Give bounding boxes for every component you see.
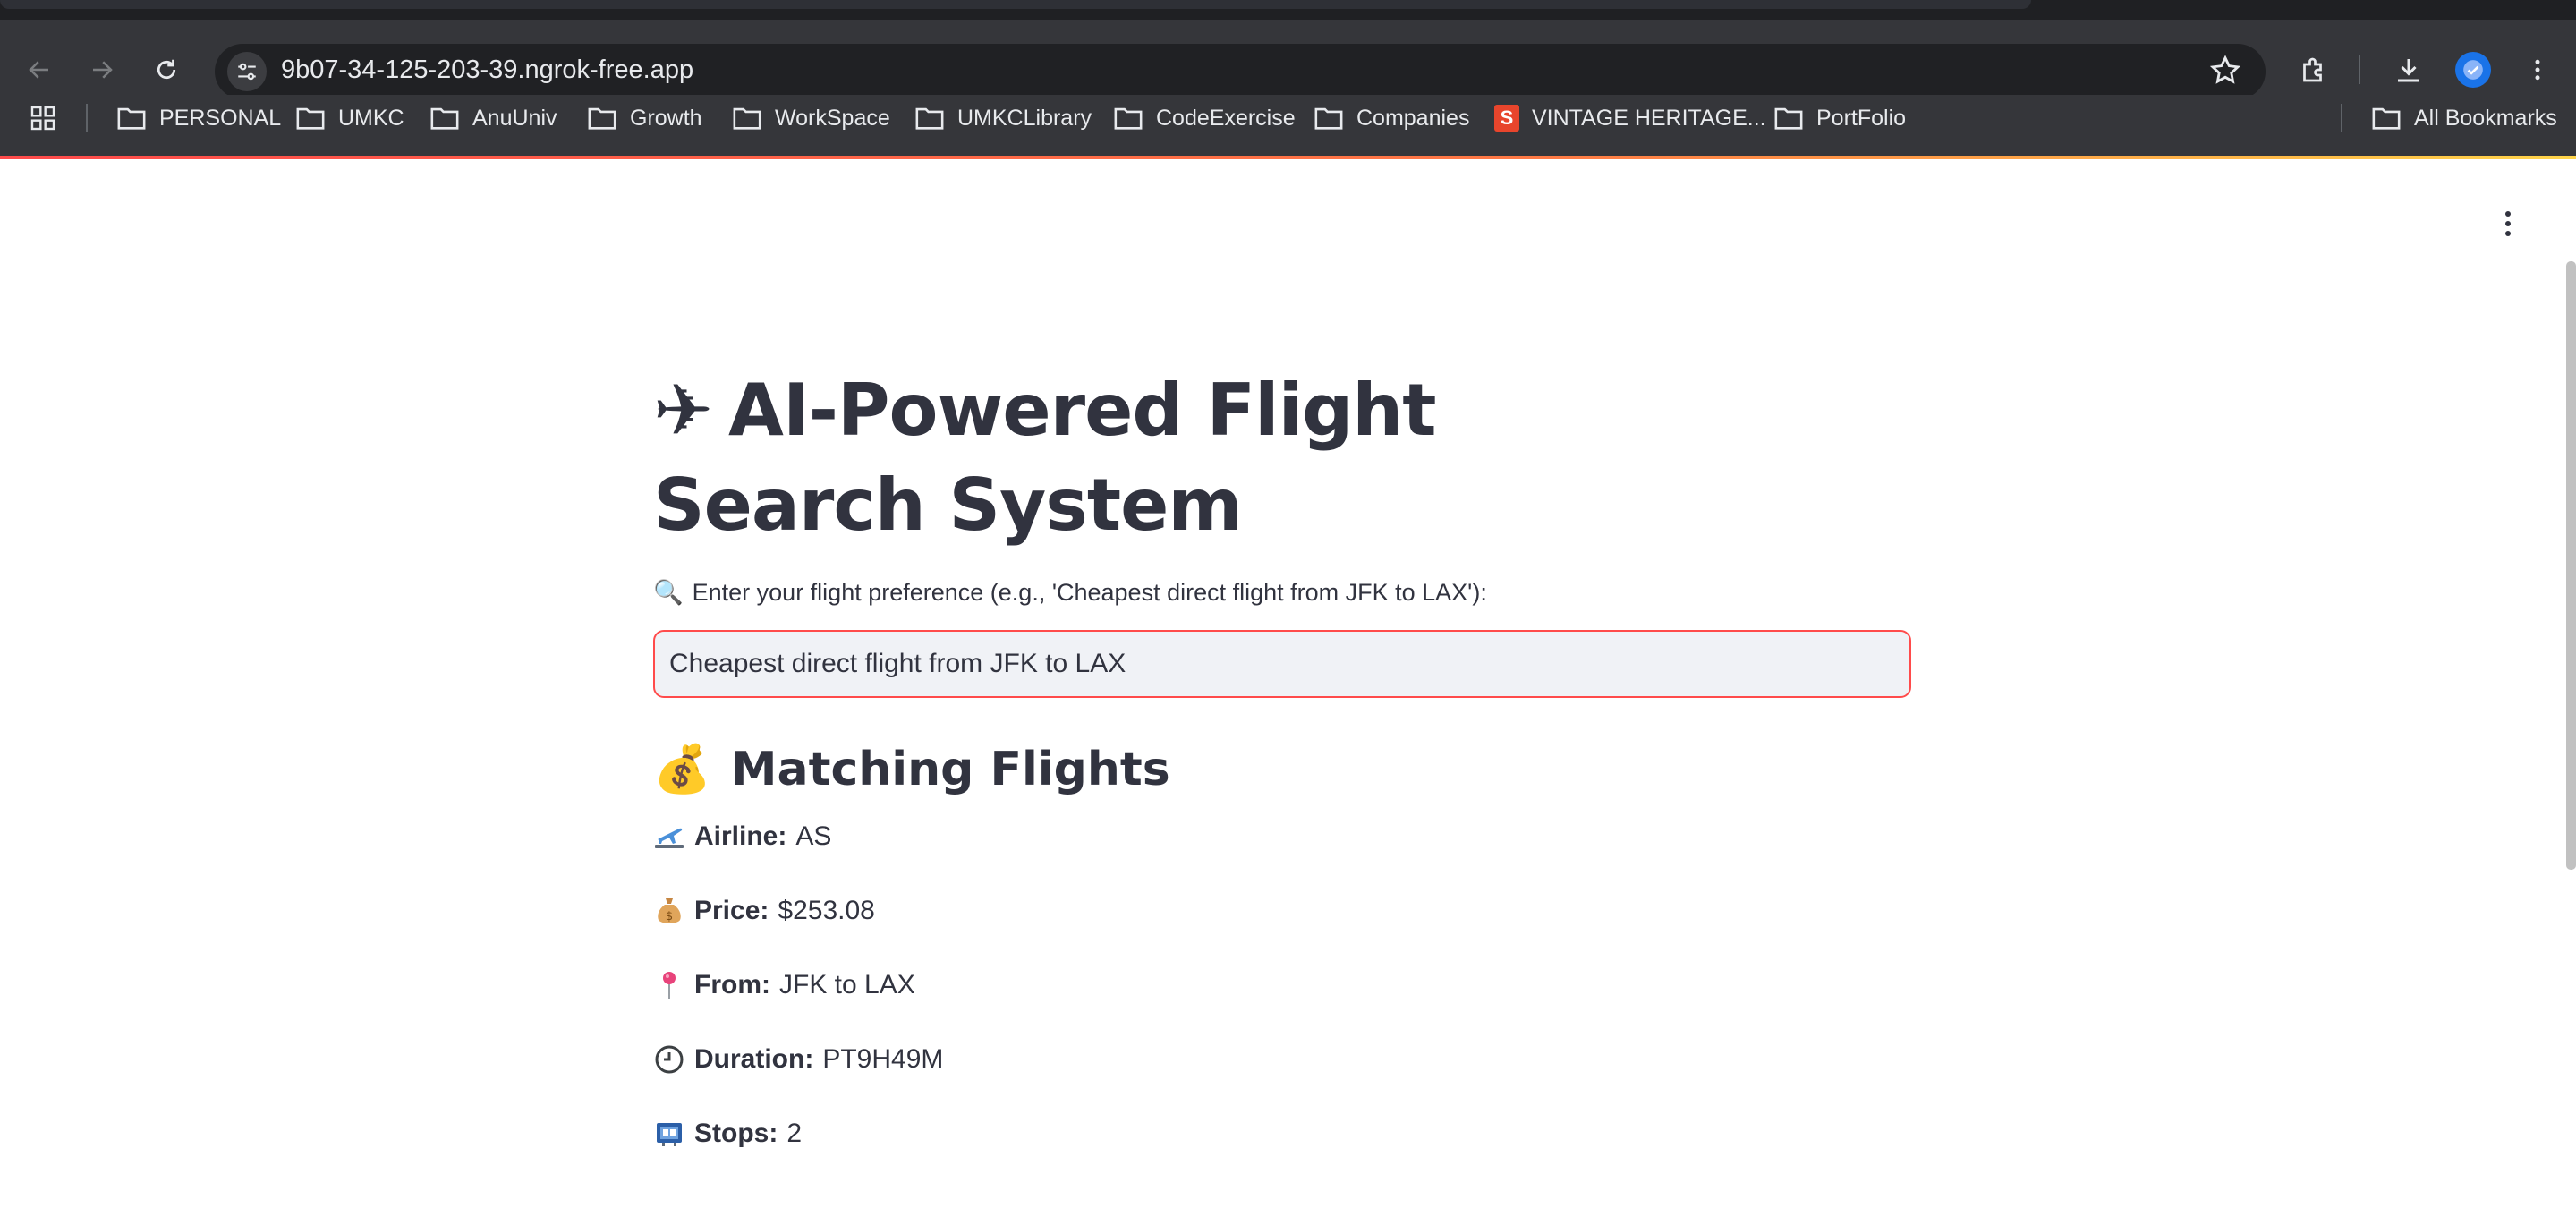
tab-strip	[0, 0, 2576, 20]
download-icon	[2398, 59, 2419, 82]
extensions-button[interactable]	[2294, 50, 2334, 89]
price-label: Price:	[694, 896, 769, 925]
reload-button[interactable]	[147, 50, 186, 89]
profile-avatar[interactable]	[2455, 52, 2491, 88]
forward-button[interactable]	[82, 50, 122, 89]
bookmark-anuuniv[interactable]: AnuUniv	[429, 100, 557, 136]
pushpin-icon	[653, 969, 685, 1001]
folder-icon	[733, 107, 761, 130]
reload-icon	[157, 59, 176, 80]
bookmark-label: WorkSpace	[775, 106, 890, 131]
menu-dot	[2505, 211, 2511, 217]
bookmark-personal[interactable]: PERSONAL	[116, 100, 281, 136]
puzzle-icon	[2303, 57, 2322, 82]
more-vertical-icon	[2535, 59, 2540, 81]
duration-label: Duration:	[694, 1044, 814, 1074]
stops-label: Stops:	[694, 1119, 778, 1148]
bookmark-label: Growth	[630, 106, 702, 131]
folder-icon	[1314, 107, 1343, 130]
bookmark-label: Companies	[1356, 106, 1470, 131]
folder-icon	[2372, 107, 2401, 130]
folder-icon	[117, 107, 146, 130]
arrow-right-icon	[93, 61, 113, 79]
browser-toolbar: 9b07-34-125-203-39.ngrok-free.app	[0, 20, 2576, 102]
bookmark-umkc[interactable]: UMKC	[295, 100, 404, 136]
airline-value: AS	[795, 821, 832, 851]
menu-dot	[2505, 231, 2511, 236]
bookmark-star-button[interactable]	[2208, 54, 2242, 92]
tune-icon	[238, 63, 256, 81]
results-heading-text: Matching Flights	[730, 742, 1170, 796]
airline-label: Airline:	[694, 821, 787, 851]
folder-icon	[296, 107, 325, 130]
price-value: $253.08	[778, 896, 875, 925]
page-scrollbar[interactable]	[2566, 261, 2576, 870]
airline-field: Airline: AS	[653, 817, 831, 856]
airplane-icon: ✈	[653, 369, 713, 452]
stops-field: Stops: 2	[653, 1114, 802, 1153]
clock-icon	[653, 1043, 685, 1076]
magnifier-icon: 🔍	[653, 579, 684, 606]
svg-text:$: $	[666, 910, 673, 923]
money-bag-icon: $	[653, 895, 685, 927]
apps-button[interactable]	[29, 100, 57, 136]
bookmark-label: CodeExercise	[1156, 106, 1296, 131]
from-label: From:	[694, 970, 770, 1000]
bookmark-growth[interactable]: Growth	[587, 100, 702, 136]
bookmark-label: AnuUniv	[472, 106, 557, 131]
back-button[interactable]	[20, 50, 59, 89]
flight-search-input[interactable]	[653, 630, 1911, 698]
stop-sign-board-icon	[653, 1118, 685, 1150]
search-label-text: Enter your flight preference (e.g., 'Che…	[692, 578, 1487, 606]
check-badge-icon	[2463, 60, 2483, 80]
bookmark-label: PERSONAL	[159, 106, 282, 131]
duration-value: PT9H49M	[822, 1044, 944, 1074]
bookmark-label: VINTAGE HERITAGE...	[1532, 106, 1766, 131]
route-field: From: JFK to LAX	[653, 966, 915, 1005]
all-bookmarks-label: All Bookmarks	[2414, 106, 2557, 131]
browser-menu-button[interactable]	[2518, 50, 2557, 89]
s-site-icon: S	[1494, 105, 1519, 132]
bookmark-vintage-heritage[interactable]: S VINTAGE HERITAGE...	[1494, 100, 1766, 136]
folder-icon	[915, 107, 944, 130]
page-title-text: AI-Powered Flight Search System	[653, 369, 1436, 547]
bookmark-label: PortFolio	[1816, 106, 1907, 131]
folder-icon	[588, 107, 616, 130]
active-tab-shape	[0, 0, 2031, 9]
bookmark-label: UMKCLibrary	[957, 106, 1092, 131]
duration-field: Duration: PT9H49M	[653, 1040, 943, 1079]
price-field: $ Price: $253.08	[653, 891, 875, 931]
folder-icon	[430, 107, 459, 130]
from-value: JFK to LAX	[779, 970, 915, 1000]
stops-value: 2	[786, 1119, 803, 1148]
bookmark-companies[interactable]: Companies	[1314, 100, 1469, 136]
star-icon	[2209, 55, 2241, 84]
bookmarks-divider	[2341, 104, 2342, 132]
downloads-button[interactable]	[2389, 50, 2428, 89]
app-main-menu-button[interactable]	[2495, 206, 2521, 242]
search-label: 🔍 Enter your flight preference (e.g., 'C…	[653, 578, 1487, 607]
airplane-departure-icon	[653, 821, 685, 853]
bookmark-portfolio[interactable]: PortFolio	[1773, 100, 1906, 136]
address-bar[interactable]: 9b07-34-125-203-39.ngrok-free.app	[215, 44, 2266, 99]
folder-icon	[1774, 107, 1803, 130]
money-bag-icon: 💰	[653, 743, 711, 796]
site-info-button[interactable]	[227, 52, 267, 91]
menu-dot	[2505, 221, 2511, 226]
bookmark-workspace[interactable]: WorkSpace	[732, 100, 890, 136]
arrow-left-icon	[29, 61, 48, 79]
toolbar-divider	[2359, 55, 2360, 84]
bookmark-label: UMKC	[338, 106, 404, 131]
url-text[interactable]: 9b07-34-125-203-39.ngrok-free.app	[281, 55, 693, 85]
all-bookmarks-button[interactable]: All Bookmarks	[2371, 100, 2557, 136]
bookmark-umkclibrary[interactable]: UMKCLibrary	[914, 100, 1092, 136]
bookmarks-divider	[86, 104, 88, 132]
results-heading: 💰 Matching Flights	[653, 742, 1170, 797]
apps-grid-icon	[30, 106, 55, 131]
app-page: ✈ AI-Powered Flight Search System 🔍 Enter…	[0, 159, 2576, 1208]
folder-icon	[1114, 107, 1143, 130]
page-title: ✈ AI-Powered Flight Search System	[653, 363, 1727, 553]
bookmark-codeexercise[interactable]: CodeExercise	[1113, 100, 1296, 136]
